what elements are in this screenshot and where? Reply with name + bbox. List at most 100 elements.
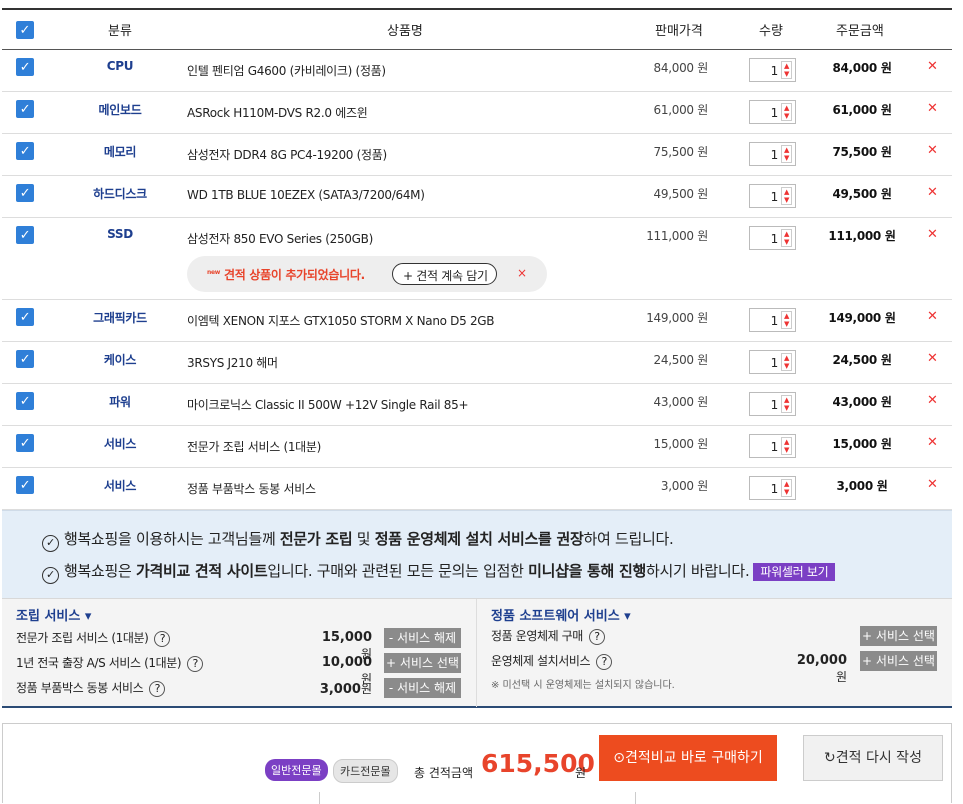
help-icon[interactable]: ?: [149, 681, 166, 697]
row-checkbox[interactable]: ✓: [16, 142, 34, 160]
total-unit: 원: [575, 766, 587, 780]
row-checkbox[interactable]: ✓: [16, 308, 34, 326]
divider: [476, 599, 477, 707]
stepper-arrows-icon[interactable]: ▲ ▼: [781, 145, 792, 163]
row-checkbox[interactable]: ✓: [16, 100, 34, 118]
remove-icon[interactable]: ✕: [927, 143, 938, 158]
stepper-arrows-icon[interactable]: ▲ ▼: [781, 187, 792, 205]
stepper-arrows-icon[interactable]: ▲ ▼: [781, 229, 792, 247]
row-total: 84,000 원: [832, 61, 892, 75]
remove-icon[interactable]: ✕: [927, 227, 938, 242]
quantity-stepper[interactable]: 1 ▲ ▼: [749, 142, 796, 166]
row-price: 111,000 원: [646, 229, 708, 243]
service-toggle-button[interactable]: - 서비스 해제: [384, 628, 461, 648]
tag-general-mall[interactable]: 일반전문몰: [265, 759, 328, 781]
remove-icon[interactable]: ✕: [927, 59, 938, 74]
header-price: 판매가격: [655, 24, 703, 39]
row-product-name[interactable]: 정품 부품박스 동봉 서비스: [187, 480, 316, 497]
row-checkbox[interactable]: ✓: [16, 434, 34, 452]
assembly-service-title[interactable]: 조립 서비스 ▾: [16, 605, 91, 624]
row-category: 하드디스크: [93, 187, 147, 201]
service-toggle-button[interactable]: + 서비스 선택: [384, 653, 461, 673]
table-row: ✓ 케이스 3RSYS J210 해머 24,500 원 1 ▲ ▼ 24,500 원 ✕: [2, 342, 952, 384]
header-total: 주문금액: [836, 24, 884, 39]
row-product-name[interactable]: ASRock H110M-DVS R2.0 에즈윈: [187, 104, 368, 121]
help-icon[interactable]: ?: [588, 629, 605, 645]
row-product-name[interactable]: 전문가 조립 서비스 (1대분): [187, 438, 321, 455]
quantity-stepper[interactable]: 1 ▲ ▼: [749, 184, 796, 208]
divider: [635, 792, 636, 804]
row-checkbox[interactable]: ✓: [16, 226, 34, 244]
close-icon[interactable]: ×: [517, 266, 527, 280]
row-price: 61,000 원: [653, 103, 709, 117]
table-row: ✓ 서비스 전문가 조립 서비스 (1대분) 15,000 원 1 ▲ ▼ 15,000 원 ✕: [2, 426, 952, 468]
service-item-label: 1년 전국 출장 A/S 서비스 (1대분)?: [16, 654, 204, 672]
quantity-value: 1: [770, 64, 779, 78]
power-seller-button[interactable]: 파워셀러 보기: [753, 563, 836, 581]
quantity-stepper[interactable]: 1 ▲ ▼: [749, 350, 796, 374]
stepper-arrows-icon[interactable]: ▲ ▼: [781, 311, 792, 329]
service-toggle-button[interactable]: + 서비스 선택: [860, 626, 937, 646]
row-product-name[interactable]: WD 1TB BLUE 10EZEX (SATA3/7200/64M): [187, 188, 425, 202]
software-service-title[interactable]: 정품 소프트웨어 서비스 ▾: [491, 605, 631, 624]
service-toggle-button[interactable]: - 서비스 해제: [384, 678, 461, 698]
row-product-name[interactable]: 이엠텍 XENON 지포스 GTX1050 STORM X Nano D5 2G…: [187, 312, 495, 329]
service-item-label: 전문가 조립 서비스 (1대분)?: [16, 629, 171, 647]
table-row: ✓ 서비스 정품 부품박스 동봉 서비스 3,000 원 1 ▲ ▼ 3,000 원 ✕: [2, 468, 952, 510]
compare-buy-button[interactable]: ⊙견적비교 바로 구매하기: [599, 735, 777, 781]
stepper-arrows-icon[interactable]: ▲ ▼: [781, 395, 792, 413]
row-product-name[interactable]: 마이크로닉스 Classic II 500W +12V Single Rail …: [187, 396, 469, 413]
row-checkbox[interactable]: ✓: [16, 350, 34, 368]
quantity-stepper[interactable]: 1 ▲ ▼: [749, 476, 796, 500]
help-icon[interactable]: ?: [154, 631, 171, 647]
stepper-arrows-icon[interactable]: ▲ ▼: [781, 103, 792, 121]
remove-icon[interactable]: ✕: [927, 435, 938, 450]
row-product-name[interactable]: 삼성전자 850 EVO Series (250GB): [187, 230, 373, 247]
check-circle-icon: ⊙: [613, 750, 626, 766]
quantity-stepper[interactable]: 1 ▲ ▼: [749, 308, 796, 332]
row-checkbox[interactable]: ✓: [16, 184, 34, 202]
remove-icon[interactable]: ✕: [927, 101, 938, 116]
table-row: ✓ 메모리 삼성전자 DDR4 8G PC4-19200 (정품) 75,500 원 1…: [2, 134, 952, 176]
remove-icon[interactable]: ✕: [927, 393, 938, 408]
row-product-name[interactable]: 삼성전자 DDR4 8G PC4-19200 (정품): [187, 146, 387, 163]
row-checkbox[interactable]: ✓: [16, 392, 34, 410]
quantity-stepper[interactable]: 1 ▲ ▼: [749, 226, 796, 250]
stepper-arrows-icon[interactable]: ▲ ▼: [781, 61, 792, 79]
info-banner: ✓ 행복쇼핑을 이용하시는 고객님들께 전문가 조립 및 정품 운영체제 설치 서…: [2, 510, 952, 598]
row-checkbox[interactable]: ✓: [16, 476, 34, 494]
remove-icon[interactable]: ✕: [927, 309, 938, 324]
estimate-table: ✓ 분류 상품명 판매가격 수량 주문금액 ✓ CPU 인텔 펜티엄 G4600 (…: [2, 8, 952, 510]
quantity-stepper[interactable]: 1 ▲ ▼: [749, 58, 796, 82]
help-icon[interactable]: ?: [596, 654, 613, 670]
row-category: 그래픽카드: [93, 311, 147, 325]
tag-card-mall[interactable]: 카드전문몰: [333, 759, 398, 783]
reset-estimate-button[interactable]: ↻견적 다시 작성: [803, 735, 943, 781]
quantity-stepper[interactable]: 1 ▲ ▼: [749, 392, 796, 416]
row-checkbox[interactable]: ✓: [16, 58, 34, 76]
remove-icon[interactable]: ✕: [927, 477, 938, 492]
stepper-arrows-icon[interactable]: ▲ ▼: [781, 437, 792, 455]
row-product-name[interactable]: 3RSYS J210 해머: [187, 354, 278, 371]
select-all-checkbox[interactable]: ✓: [16, 21, 34, 39]
row-price: 43,000 원: [653, 395, 709, 409]
stepper-arrows-icon[interactable]: ▲ ▼: [781, 479, 792, 497]
quantity-stepper[interactable]: 1 ▲ ▼: [749, 434, 796, 458]
quantity-stepper[interactable]: 1 ▲ ▼: [749, 100, 796, 124]
row-total: 149,000 원: [828, 311, 896, 325]
notice-text: 견적 상품이 추가되었습니다.: [223, 268, 365, 282]
quantity-value: 1: [770, 398, 779, 412]
quantity-value: 1: [770, 190, 779, 204]
service-toggle-button[interactable]: + 서비스 선택: [860, 651, 937, 671]
continue-add-button[interactable]: + 견적 계속 담기: [392, 263, 497, 285]
remove-icon[interactable]: ✕: [927, 351, 938, 366]
table-row: ✓ 메인보드 ASRock H110M-DVS R2.0 에즈윈 61,000 원 1 ▲…: [2, 92, 952, 134]
help-icon[interactable]: ?: [187, 656, 204, 672]
check-circle-icon: ✓: [42, 535, 59, 552]
row-product-name[interactable]: 인텔 펜티엄 G4600 (카비레이크) (정품): [187, 62, 386, 79]
service-panel: 조립 서비스 ▾ 정품 소프트웨어 서비스 ▾ 전문가 조립 서비스 (1대분)…: [2, 598, 952, 708]
remove-icon[interactable]: ✕: [927, 185, 938, 200]
service-item-label: 정품 부품박스 동봉 서비스?: [16, 679, 166, 697]
stepper-arrows-icon[interactable]: ▲ ▼: [781, 353, 792, 371]
row-category: 파워: [109, 395, 131, 409]
